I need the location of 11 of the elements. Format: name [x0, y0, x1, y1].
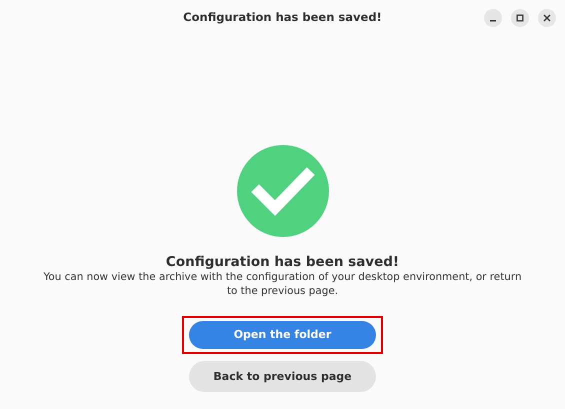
maximize-icon	[516, 14, 524, 22]
window-title: Configuration has been saved!	[183, 9, 382, 26]
success-heading: Configuration has been saved!	[166, 254, 400, 270]
maximize-button[interactable]	[511, 9, 529, 27]
open-folder-button[interactable]: Open the folder	[189, 321, 376, 350]
back-button[interactable]: Back to previous page	[189, 361, 376, 392]
minimize-button[interactable]	[484, 9, 502, 27]
success-message: You can now view the archive with the configuration of your desktop environment, or return to the previous page.	[42, 270, 522, 298]
close-icon	[543, 14, 551, 22]
close-button[interactable]	[538, 9, 556, 27]
checkmark-icon	[236, 145, 328, 237]
